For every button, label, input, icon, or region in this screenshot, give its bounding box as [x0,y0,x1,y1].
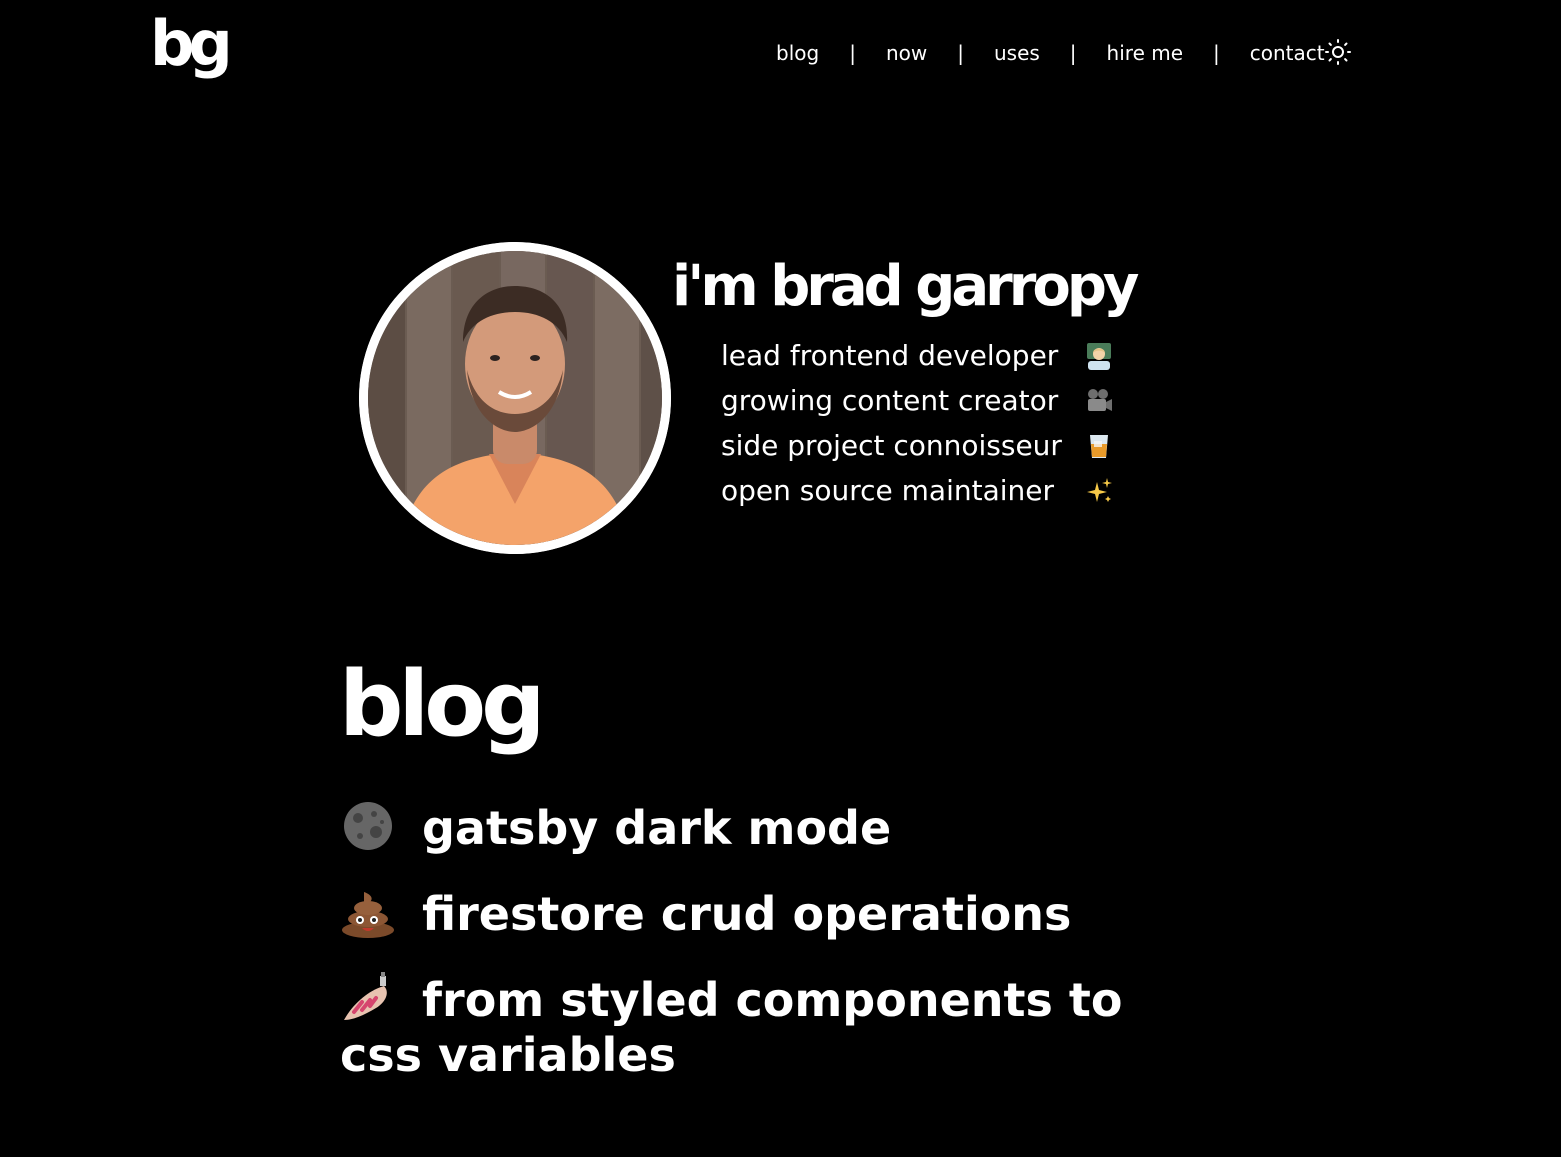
role-label: open source maintainer [721,474,1055,507]
blog-post-list: gatsby dark mode firestore crud operatio… [340,800,1160,1113]
poop-emoji-icon [340,886,402,938]
blog-post-title: from styled components to css variables [340,973,1123,1082]
blog-post-title: gatsby dark mode [422,801,892,855]
role-item: side project connoisseur [721,423,1115,468]
role-item: growing content creator [721,378,1115,423]
nav-separator: | [849,41,856,65]
nav-separator: | [1213,41,1220,65]
nav-link-uses[interactable]: uses [978,41,1056,65]
list-item: from styled components to css variables [340,972,1160,1083]
avatar [359,242,671,554]
whiskey-glass-emoji-icon [1083,430,1115,462]
blog-heading: blog [339,652,546,757]
theme-toggle-button[interactable] [1322,36,1354,68]
role-list: lead frontend developer growing content … [721,333,1115,513]
nail-polish-emoji-icon [340,972,402,1024]
role-label: lead frontend developer [721,339,1059,372]
main-nav: blog | now | uses | hire me | contact [760,36,1341,70]
nav-link-hire-me[interactable]: hire me [1091,41,1199,65]
list-item: firestore crud operations [340,886,1160,942]
role-item: open source maintainer [721,468,1115,513]
role-label: side project connoisseur [721,429,1062,462]
blog-post-link[interactable]: from styled components to css variables [340,972,1160,1083]
nav-separator: | [1069,41,1077,65]
sun-icon [1325,39,1351,65]
blog-post-link[interactable]: gatsby dark mode [340,800,1160,856]
role-item: lead frontend developer [721,333,1115,378]
nav-link-blog[interactable]: blog [760,41,835,65]
blog-post-link[interactable]: firestore crud operations [340,886,1160,942]
hero-title: i'm brad garropy [672,254,1139,319]
moon-emoji-icon [340,800,402,852]
role-label: growing content creator [721,384,1059,417]
movie-camera-emoji-icon [1083,385,1115,417]
sparkles-emoji-icon [1083,475,1115,507]
nav-separator: | [957,41,964,65]
blog-post-title: firestore crud operations [422,887,1072,941]
nav-link-now[interactable]: now [870,41,943,65]
site-logo[interactable]: bg [150,8,233,80]
list-item: gatsby dark mode [340,800,1160,856]
technologist-emoji-icon [1083,340,1115,372]
